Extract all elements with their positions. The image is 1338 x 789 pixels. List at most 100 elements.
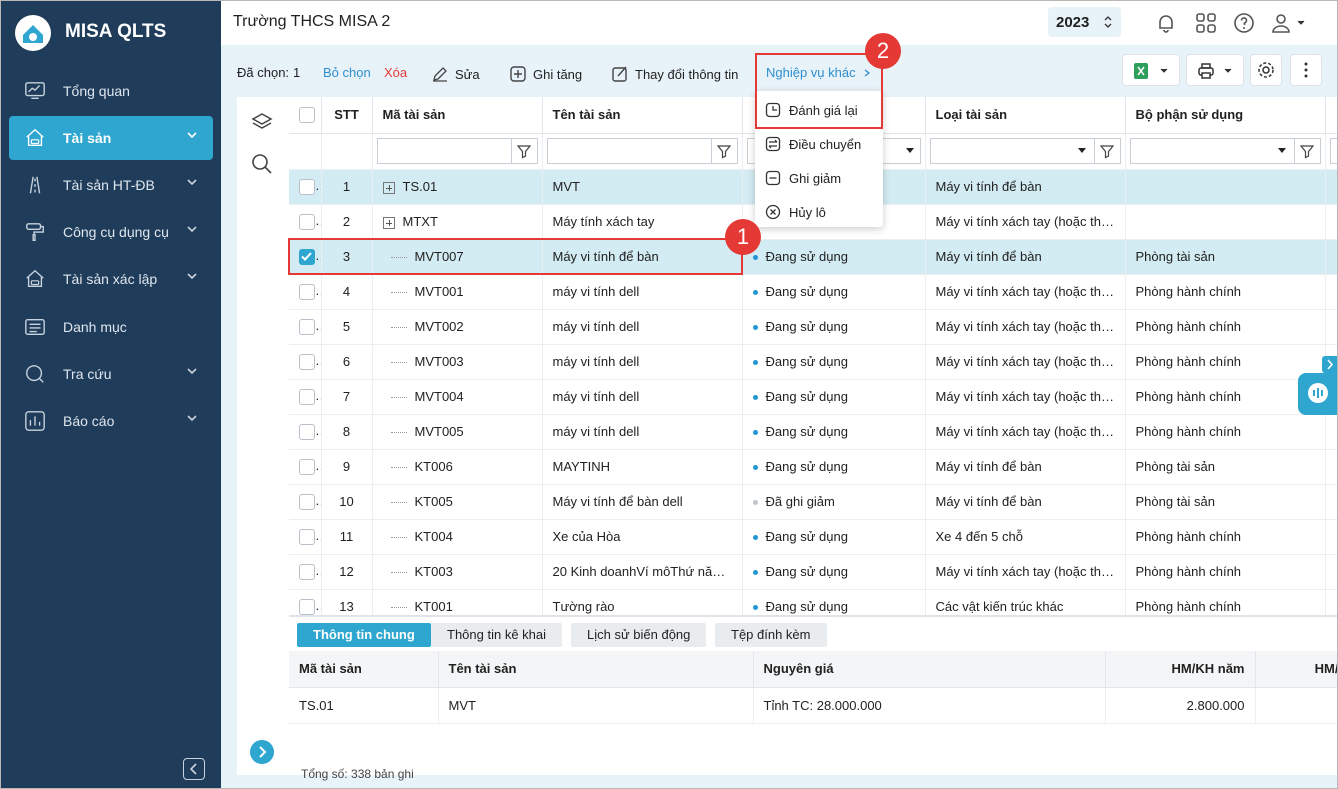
row-select-cell[interactable]: [289, 589, 322, 615]
name-filter-input[interactable]: [546, 138, 738, 164]
row-checkbox[interactable]: [299, 563, 315, 580]
chevron-down-icon[interactable]: [185, 411, 199, 425]
expand-plus-icon[interactable]: [382, 216, 395, 229]
select-all-checkbox[interactable]: [299, 107, 315, 124]
edit-button[interactable]: Sửa: [431, 65, 480, 83]
sidebar-item-4[interactable]: Tài sản xác lập: [9, 257, 213, 301]
cell-stt: 5: [321, 309, 373, 345]
table-row[interactable]: 4 MVT001 máy vi tính dell Đang sử dụng Máy v…: [289, 274, 1337, 310]
row-checkbox[interactable]: [299, 388, 315, 405]
filter-icon[interactable]: [510, 139, 537, 163]
chevron-down-icon[interactable]: [185, 222, 199, 236]
tab-history[interactable]: Lịch sử biến động: [571, 623, 707, 647]
chevron-down-icon[interactable]: [185, 175, 199, 189]
delete-button[interactable]: Xóa: [384, 65, 407, 80]
change-info-button[interactable]: Thay đổi thông tin: [611, 65, 738, 83]
chevron-down-icon[interactable]: [185, 269, 199, 283]
sidebar-item-0[interactable]: Tổng quan: [9, 69, 213, 113]
expand-plus-icon[interactable]: [382, 181, 395, 194]
expand-panel-icon[interactable]: [250, 740, 274, 764]
row-checkbox[interactable]: [299, 598, 315, 615]
expand-right-icon[interactable]: [1322, 356, 1337, 373]
sidebar-item-7[interactable]: Báo cáo: [9, 399, 213, 443]
row-checkbox[interactable]: [299, 353, 315, 370]
sidebar-item-3[interactable]: Công cụ dụng cụ: [9, 210, 213, 254]
user-menu-icon[interactable]: [1269, 11, 1309, 35]
year-stepper[interactable]: 2023: [1048, 7, 1121, 37]
unit-name[interactable]: Trường THCS MISA 2: [233, 13, 390, 31]
table-row[interactable]: 10 KT005 Máy vi tính để bàn dell Đã ghi giả…: [289, 484, 1337, 520]
cell-dept: Phòng hành chính: [1125, 344, 1326, 380]
table-row[interactable]: 13 KT001 Tường rào Đang sử dụng Các vật kiến…: [289, 589, 1337, 615]
cell-code-text: KT005: [414, 494, 453, 509]
table-row[interactable]: 12 KT003 20 Kinh doanhVí môThứ năm, … Đang …: [289, 554, 1337, 590]
sidebar-item-1[interactable]: Tài sản: [9, 116, 213, 160]
chevron-down-icon[interactable]: [185, 128, 199, 142]
table-row[interactable]: 11 KT004 Xe của Hòa Đang sử dụng Xe 4 đến 5 …: [289, 519, 1337, 555]
select-all-cell[interactable]: [289, 97, 322, 134]
tab-general[interactable]: Thông tin chung: [297, 623, 431, 647]
tab-attachments[interactable]: Tệp đính kèm: [715, 623, 827, 647]
status-dot-icon: [752, 570, 758, 576]
code-filter-input[interactable]: [376, 138, 538, 164]
help-icon[interactable]: [1232, 11, 1256, 35]
row-select-cell[interactable]: [289, 274, 322, 310]
detail-row[interactable]: TS.01 MVT Tỉnh TC: 28.000.000 2.800.000: [289, 687, 1337, 724]
row-select-cell[interactable]: [289, 169, 322, 205]
filter-icon[interactable]: [1093, 139, 1120, 163]
bell-icon[interactable]: [1154, 11, 1178, 35]
export-excel-button[interactable]: [1122, 54, 1180, 86]
row-select-cell[interactable]: [289, 554, 322, 590]
dept-filter-select[interactable]: [1129, 138, 1321, 164]
row-select-cell[interactable]: [289, 344, 322, 380]
chevron-down-icon[interactable]: [185, 364, 199, 378]
chat-support-icon[interactable]: [1298, 373, 1337, 415]
row-select-cell[interactable]: [289, 379, 322, 415]
row-checkbox[interactable]: [299, 248, 315, 265]
other-operations-button[interactable]: Nghiệp vụ khác: [766, 65, 872, 80]
row-checkbox[interactable]: [299, 213, 315, 230]
extra-filter-input[interactable]: [1329, 138, 1337, 164]
increase-button[interactable]: Ghi tăng: [509, 65, 582, 83]
row-select-cell[interactable]: [289, 239, 322, 275]
table-row[interactable]: 9 KT006 MAYTINH Đang sử dụng Máy vi tính để …: [289, 449, 1337, 485]
table-row[interactable]: 3 MVT007 Máy vi tính để bàn Đang sử dụng Máy…: [289, 239, 1337, 275]
row-checkbox[interactable]: [299, 318, 315, 335]
row-select-cell[interactable]: [289, 484, 322, 520]
sidebar-item-5[interactable]: Danh mục: [9, 305, 213, 349]
row-checkbox[interactable]: [299, 528, 315, 545]
row-select-cell[interactable]: [289, 449, 322, 485]
sidebar-item-6[interactable]: Tra cứu: [9, 352, 213, 396]
table-row[interactable]: 7 MVT004 máy vi tính dell Đang sử dụng Máy v…: [289, 379, 1337, 415]
filter-icon[interactable]: [710, 139, 737, 163]
row-checkbox[interactable]: [299, 283, 315, 300]
settings-button[interactable]: [1250, 54, 1282, 86]
row-select-cell[interactable]: [289, 519, 322, 555]
table-row[interactable]: 5 MVT002 máy vi tính dell Đang sử dụng Máy v…: [289, 309, 1337, 345]
row-checkbox[interactable]: [299, 423, 315, 440]
row-select-cell[interactable]: [289, 309, 322, 345]
row-checkbox[interactable]: [299, 493, 315, 510]
menu-item-revalue[interactable]: Đánh giá lại: [755, 93, 883, 127]
layers-icon[interactable]: [251, 111, 273, 133]
apps-grid-icon[interactable]: [1194, 11, 1218, 35]
deselect-button[interactable]: Bỏ chọn: [323, 65, 371, 80]
menu-item-decrease[interactable]: Ghi giảm: [755, 161, 883, 195]
row-select-cell[interactable]: [289, 204, 322, 240]
cell-status-text: Đang sử dụng: [765, 354, 848, 369]
filter-icon[interactable]: [1293, 139, 1320, 163]
table-row[interactable]: 6 MVT003 máy vi tính dell Đang sử dụng Máy v…: [289, 344, 1337, 380]
menu-item-transfer[interactable]: Điều chuyển: [755, 127, 883, 161]
tab-declaration[interactable]: Thông tin kê khai: [431, 623, 563, 647]
print-button[interactable]: [1186, 54, 1244, 86]
more-button[interactable]: [1290, 54, 1322, 86]
row-select-cell[interactable]: [289, 414, 322, 450]
row-checkbox[interactable]: [299, 178, 315, 195]
table-row[interactable]: 8 MVT005 máy vi tính dell Đang sử dụng Máy v…: [289, 414, 1337, 450]
row-checkbox[interactable]: [299, 458, 315, 475]
collapse-sidebar-icon[interactable]: [183, 758, 205, 780]
search-icon[interactable]: [251, 153, 273, 175]
menu-item-cancel-lot[interactable]: Hủy lô: [755, 195, 883, 229]
type-filter-select[interactable]: [929, 138, 1121, 164]
sidebar-item-2[interactable]: Tài sản HT-ĐB: [9, 163, 213, 207]
